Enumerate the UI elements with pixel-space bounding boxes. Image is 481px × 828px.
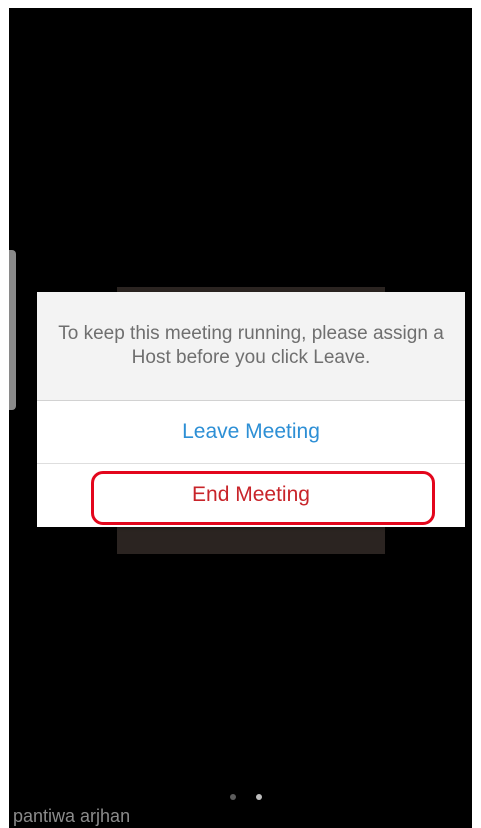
meeting-screen: To keep this meeting running, please ass… xyxy=(9,8,472,828)
page-dot-active[interactable] xyxy=(256,794,262,800)
dialog-message: To keep this meeting running, please ass… xyxy=(37,292,465,401)
end-meeting-button[interactable]: End Meeting xyxy=(37,464,465,526)
leave-meeting-button[interactable]: Leave Meeting xyxy=(37,401,465,464)
side-panel-handle[interactable] xyxy=(9,250,16,410)
participant-name: pantiwa arjhan xyxy=(13,806,131,826)
page-dot[interactable] xyxy=(230,794,236,800)
page-indicator xyxy=(230,794,262,800)
leave-meeting-dialog: To keep this meeting running, please ass… xyxy=(37,292,465,527)
